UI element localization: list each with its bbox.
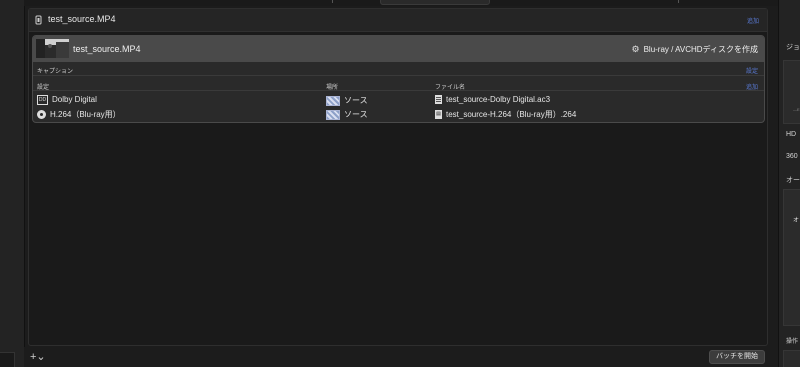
captions-setting-link[interactable]: 設定: [746, 66, 758, 75]
h264-file-icon: ▤: [435, 110, 442, 120]
timecode-display: [380, 0, 490, 5]
inspector-preview: [783, 60, 800, 124]
output-filename[interactable]: test_source-Dolby Digital.ac3: [435, 95, 551, 105]
job-title: test_source.MP4: [73, 44, 141, 54]
batch-list: test_source.MP4 追加 test_source.MP4 ⚙ Blu-…: [28, 8, 768, 346]
inspector-operations: 操作: [786, 339, 799, 345]
toolbar-tick: [332, 0, 333, 3]
source-location-icon: [326, 95, 340, 106]
top-toolbar: [24, 0, 778, 6]
output-location[interactable]: ソース: [326, 109, 368, 120]
divider: [33, 90, 764, 91]
sidebar-toggle-button[interactable]: [0, 352, 15, 367]
output-filename[interactable]: ▤ test_source-H.264（Blu-ray用）.264: [435, 109, 576, 120]
inspector-hd: HD: [786, 131, 797, 138]
captions-label: キャプション: [37, 69, 74, 75]
inspector-audio-box: [783, 189, 800, 326]
divider: [33, 75, 764, 76]
output-setting[interactable]: DD Dolby Digital: [37, 95, 97, 105]
source-filename: test_source.MP4: [48, 14, 116, 24]
output-location[interactable]: ソース: [326, 95, 368, 106]
job-destination[interactable]: ⚙ Blu-ray / AVCHDディスクを作成: [632, 44, 759, 55]
inspector-operations-box: [783, 350, 800, 367]
toolbar-tick: [678, 0, 679, 3]
inspector-job-heading: ジョ: [786, 44, 800, 51]
source-header: test_source.MP4 追加: [29, 9, 767, 32]
file-icon: [35, 15, 42, 25]
inspector-audio-sub: オ: [793, 218, 800, 224]
output-row[interactable]: DD Dolby Digital ソース test_source-Dolby Di…: [33, 93, 764, 107]
start-batch-button[interactable]: バッチを開始: [709, 350, 765, 364]
destination-label: Blu-ray / AVCHDディスクを作成: [643, 45, 758, 54]
inspector-preview-label: —E: [793, 107, 800, 112]
job-card[interactable]: test_source.MP4 ⚙ Blu-ray / AVCHDディスクを作成 …: [32, 35, 765, 123]
inspector-panel: ジョ —E HD 360 オー オ 操作: [778, 0, 800, 367]
inspector-audio-heading: オー: [786, 177, 800, 184]
dolby-icon: DD: [37, 95, 48, 105]
source-location-icon: [326, 109, 340, 120]
inspector-resolution: 360: [786, 153, 798, 160]
output-row[interactable]: H.264（Blu-ray用） ソース ▤ test_source-H.264（B…: [33, 107, 764, 121]
output-location-label: ソース: [344, 110, 368, 119]
video-thumbnail: [36, 39, 69, 58]
bottom-bar: +⌄ バッチを開始: [24, 347, 778, 367]
output-filename-label: test_source-Dolby Digital.ac3: [446, 95, 551, 104]
add-output-link[interactable]: 追加: [747, 16, 759, 25]
job-header[interactable]: test_source.MP4 ⚙ Blu-ray / AVCHDディスクを作成: [33, 36, 764, 62]
document-icon: [435, 95, 442, 105]
output-setting-label: Dolby Digital: [52, 95, 97, 105]
output-location-label: ソース: [344, 96, 368, 105]
gear-icon: ⚙: [631, 44, 640, 54]
disc-icon: [37, 110, 46, 120]
add-item-button[interactable]: +⌄: [30, 350, 46, 363]
left-sidebar: [0, 0, 25, 367]
output-setting[interactable]: H.264（Blu-ray用）: [37, 109, 121, 120]
output-setting-label: H.264（Blu-ray用）: [50, 110, 121, 119]
output-filename-label: test_source-H.264（Blu-ray用）.264: [446, 110, 577, 119]
